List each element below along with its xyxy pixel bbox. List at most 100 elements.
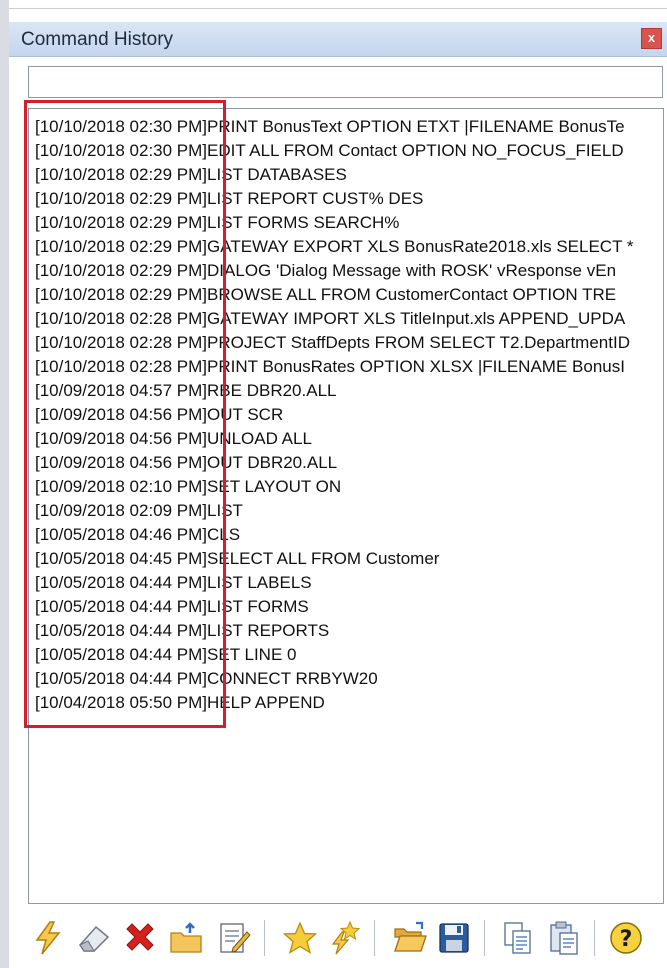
history-command: GATEWAY EXPORT XLS BonusRate2018.xls SEL… — [207, 237, 634, 256]
history-timestamp: [10/10/2018 02:30 PM] — [35, 141, 208, 160]
close-button[interactable]: x — [641, 28, 662, 49]
delete-button[interactable] — [120, 916, 160, 960]
history-command: SET LAYOUT ON — [207, 477, 342, 496]
history-row[interactable]: [10/10/2018 02:29 PM]LIST FORMS SEARCH% — [35, 211, 633, 235]
history-timestamp: [10/10/2018 02:29 PM] — [35, 189, 208, 208]
history-row[interactable]: [10/09/2018 02:09 PM]LIST — [35, 499, 633, 523]
export-button[interactable] — [166, 916, 206, 960]
toolbar-separator — [484, 920, 485, 956]
help-icon: ? — [610, 922, 642, 954]
history-row[interactable]: [10/10/2018 02:29 PM]GATEWAY EXPORT XLS … — [35, 235, 633, 259]
floppy-disk-icon — [439, 923, 469, 953]
history-row[interactable]: [10/05/2018 04:46 PM]CLS — [35, 523, 633, 547]
red-x-icon — [126, 923, 154, 951]
paste-button[interactable] — [544, 916, 584, 960]
save-button[interactable] — [434, 916, 474, 960]
history-timestamp: [10/10/2018 02:29 PM] — [35, 285, 208, 304]
help-button[interactable]: ? — [606, 916, 646, 960]
eraser-icon — [79, 925, 110, 952]
history-row[interactable]: [10/10/2018 02:28 PM]GATEWAY IMPORT XLS … — [35, 307, 633, 331]
history-command: HELP APPEND — [207, 693, 325, 712]
history-command: LIST REPORT CUST% DES — [207, 189, 424, 208]
copy-button[interactable] — [498, 916, 538, 960]
history-list: [10/10/2018 02:30 PM]PRINT BonusText OPT… — [35, 115, 633, 715]
history-list-box[interactable]: [10/10/2018 02:30 PM]PRINT BonusText OPT… — [28, 108, 664, 904]
history-command: BROWSE ALL FROM CustomerContact OPTION T… — [207, 285, 617, 304]
erase-button[interactable] — [74, 916, 114, 960]
history-command: OUT DBR20.ALL — [207, 453, 338, 472]
history-timestamp: [10/05/2018 04:44 PM] — [35, 669, 208, 688]
history-timestamp: [10/09/2018 04:56 PM] — [35, 405, 208, 424]
paste-icon — [550, 921, 578, 955]
edit-button[interactable] — [214, 916, 254, 960]
history-timestamp: [10/05/2018 04:44 PM] — [35, 573, 208, 592]
window-left-edge — [0, 0, 9, 968]
history-timestamp: [10/10/2018 02:29 PM] — [35, 213, 208, 232]
history-row[interactable]: [10/05/2018 04:44 PM]CONNECT RRBYW20 — [35, 667, 633, 691]
history-row[interactable]: [10/05/2018 04:44 PM]LIST LABELS — [35, 571, 633, 595]
history-row[interactable]: [10/10/2018 02:28 PM]PRINT BonusRates OP… — [35, 355, 633, 379]
history-row[interactable]: [10/10/2018 02:30 PM]PRINT BonusText OPT… — [35, 115, 633, 139]
history-command: UNLOAD ALL — [207, 429, 312, 448]
history-row[interactable]: [10/10/2018 02:28 PM]PROJECT StaffDepts … — [35, 331, 633, 355]
history-timestamp: [10/09/2018 02:09 PM] — [35, 501, 208, 520]
history-command: GATEWAY IMPORT XLS TitleInput.xls APPEND… — [207, 309, 626, 328]
add-favorite-button[interactable] — [326, 916, 366, 960]
execute-button[interactable] — [28, 916, 68, 960]
history-timestamp: [10/10/2018 02:29 PM] — [35, 261, 208, 280]
history-timestamp: [10/10/2018 02:30 PM] — [35, 117, 208, 136]
history-command: LIST — [207, 501, 243, 520]
history-row[interactable]: [10/09/2018 04:56 PM]OUT DBR20.ALL — [35, 451, 633, 475]
history-command: DIALOG 'Dialog Message with ROSK' vRespo… — [207, 261, 617, 280]
history-timestamp: [10/09/2018 04:56 PM] — [35, 453, 208, 472]
history-timestamp: [10/05/2018 04:45 PM] — [35, 549, 208, 568]
history-command: LIST FORMS SEARCH% — [207, 213, 400, 232]
history-row[interactable]: [10/09/2018 04:56 PM]UNLOAD ALL — [35, 427, 633, 451]
history-command: LIST DATABASES — [207, 165, 347, 184]
history-row[interactable]: [10/04/2018 05:50 PM]HELP APPEND — [35, 691, 633, 715]
lightning-icon — [35, 921, 61, 955]
history-command: CLS — [207, 525, 241, 544]
history-row[interactable]: [10/09/2018 04:57 PM]RBE DBR20.ALL — [35, 379, 633, 403]
panel-titlebar: Command History x — [9, 22, 667, 57]
history-timestamp: [10/05/2018 04:44 PM] — [35, 645, 208, 664]
history-toolbar: ? — [28, 912, 664, 964]
history-command: LIST FORMS — [207, 597, 309, 616]
history-timestamp: [10/10/2018 02:28 PM] — [35, 357, 208, 376]
history-row[interactable]: [10/09/2018 02:10 PM]SET LAYOUT ON — [35, 475, 633, 499]
open-folder-icon — [394, 921, 427, 952]
history-row[interactable]: [10/10/2018 02:29 PM]LIST REPORT CUST% D… — [35, 187, 633, 211]
panel-title: Command History — [21, 29, 174, 50]
history-row[interactable]: [10/09/2018 04:56 PM]OUT SCR — [35, 403, 633, 427]
history-command: OUT SCR — [207, 405, 284, 424]
history-timestamp: [10/05/2018 04:44 PM] — [35, 621, 208, 640]
toolbar-separator — [374, 920, 375, 956]
history-timestamp: [10/10/2018 02:28 PM] — [35, 333, 208, 352]
star-lightning-icon — [331, 920, 361, 955]
history-command: SELECT ALL FROM Customer — [207, 549, 440, 568]
history-row[interactable]: [10/05/2018 04:45 PM]SELECT ALL FROM Cus… — [35, 547, 633, 571]
command-input[interactable] — [28, 66, 663, 98]
history-row[interactable]: [10/10/2018 02:29 PM]BROWSE ALL FROM Cus… — [35, 283, 633, 307]
history-row[interactable]: [10/05/2018 04:44 PM]LIST FORMS — [35, 595, 633, 619]
open-button[interactable] — [390, 916, 430, 960]
history-row[interactable]: [10/05/2018 04:44 PM]SET LINE 0 — [35, 643, 633, 667]
history-command: PRINT BonusText OPTION ETXT |FILENAME Bo… — [207, 117, 625, 136]
favorite-button[interactable] — [280, 916, 320, 960]
history-timestamp: [10/04/2018 05:50 PM] — [35, 693, 208, 712]
history-timestamp: [10/10/2018 02:29 PM] — [35, 237, 208, 256]
history-row[interactable]: [10/05/2018 04:44 PM]LIST REPORTS — [35, 619, 633, 643]
history-row[interactable]: [10/10/2018 02:29 PM]LIST DATABASES — [35, 163, 633, 187]
history-timestamp: [10/10/2018 02:28 PM] — [35, 309, 208, 328]
history-command: SET LINE 0 — [207, 645, 297, 664]
toolbar-separator — [264, 920, 265, 956]
folder-arrow-icon — [170, 922, 202, 953]
history-row[interactable]: [10/10/2018 02:29 PM]DIALOG 'Dialog Mess… — [35, 259, 633, 283]
history-timestamp: [10/09/2018 02:10 PM] — [35, 477, 208, 496]
copy-icon — [504, 922, 531, 954]
history-command: EDIT ALL FROM Contact OPTION NO_FOCUS_FI… — [207, 141, 624, 160]
history-row[interactable]: [10/10/2018 02:30 PM]EDIT ALL FROM Conta… — [35, 139, 633, 163]
history-command: LIST REPORTS — [207, 621, 330, 640]
history-timestamp: [10/05/2018 04:46 PM] — [35, 525, 208, 544]
history-command: PROJECT StaffDepts FROM SELECT T2.Depart… — [207, 333, 630, 352]
